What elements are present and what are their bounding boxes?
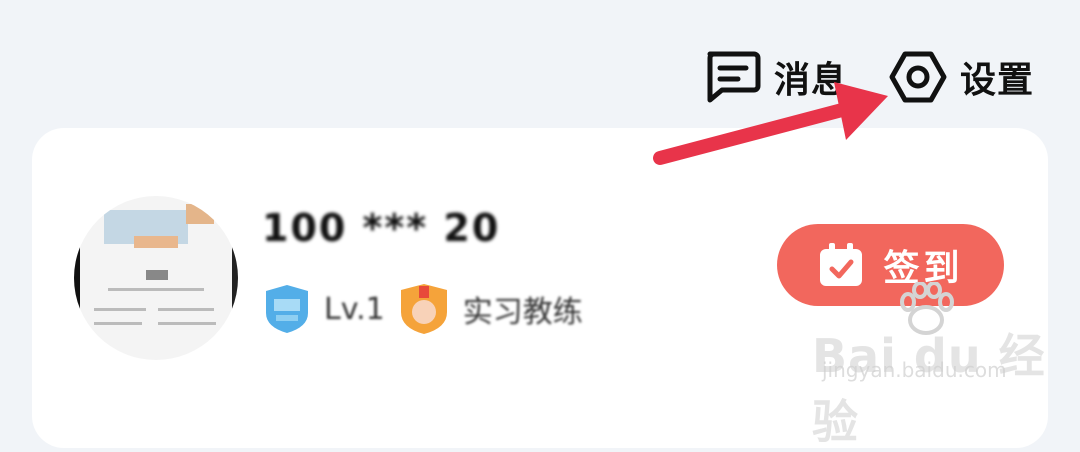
level-text: Lv.1 bbox=[324, 291, 385, 327]
messages-button[interactable]: 消息 bbox=[702, 48, 848, 106]
watermark-url: jingyan.baidu.com bbox=[822, 358, 1007, 382]
username: 100 *** 20 bbox=[262, 206, 501, 250]
badge-row: Lv.1 实习教练 bbox=[262, 282, 583, 336]
title-badge-icon[interactable] bbox=[397, 282, 451, 336]
settings-button[interactable]: 设置 bbox=[888, 49, 1034, 105]
gear-icon bbox=[888, 49, 948, 105]
title-badge-text: 实习教练 bbox=[462, 295, 583, 330]
avatar[interactable] bbox=[74, 196, 238, 360]
baidu-watermark: Bai du 经验 jingyan.baidu.com bbox=[812, 282, 1080, 452]
watermark-brand: Bai du 经验 bbox=[812, 329, 1046, 449]
messages-label: 消息 bbox=[773, 60, 848, 101]
calendar-check-icon bbox=[817, 241, 865, 289]
settings-label: 设置 bbox=[959, 60, 1034, 101]
level-shield-icon[interactable] bbox=[262, 283, 312, 335]
top-action-bar: 消息 设置 bbox=[702, 48, 1034, 106]
message-icon bbox=[702, 48, 762, 106]
